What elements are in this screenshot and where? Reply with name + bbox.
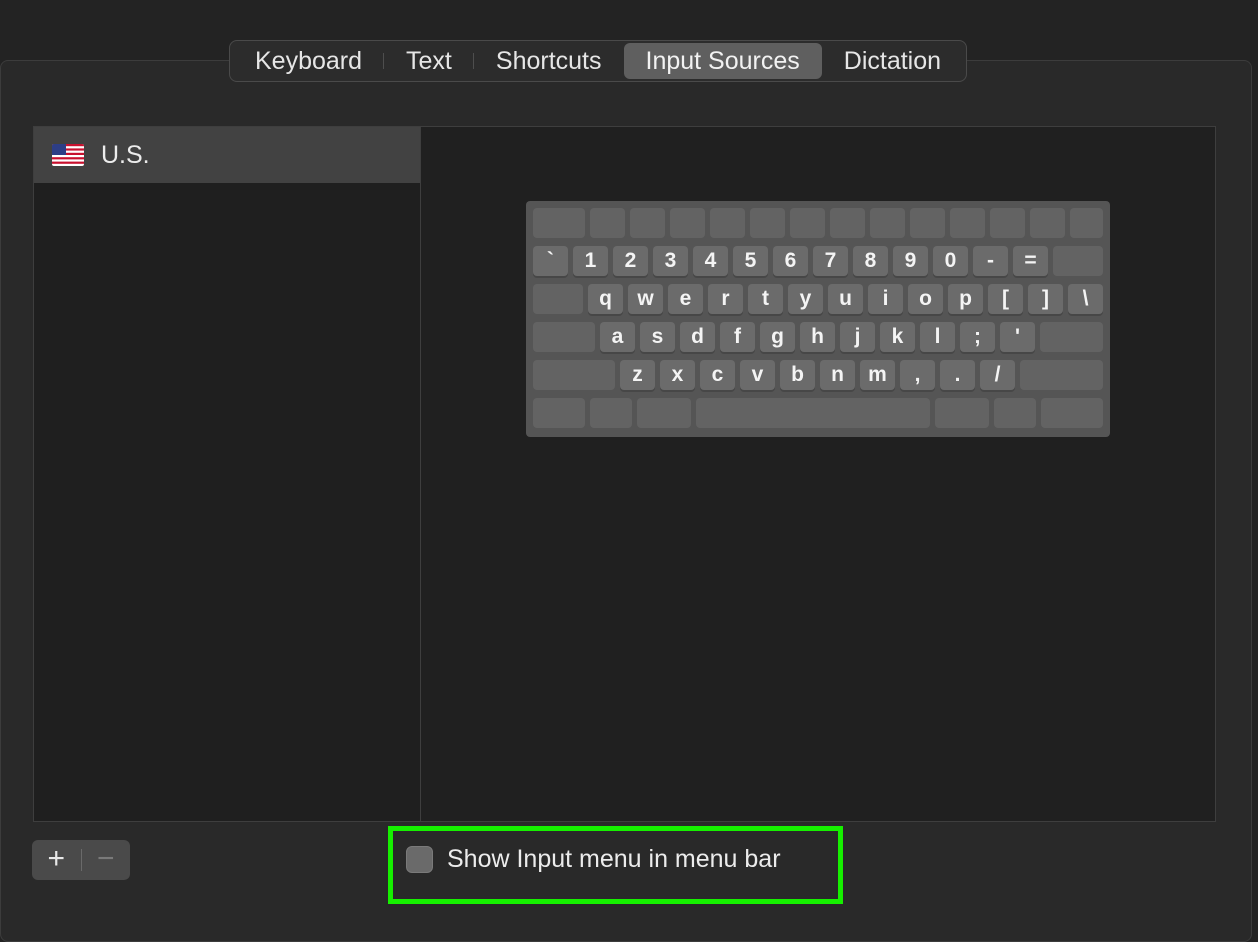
keyboard-key — [533, 284, 583, 314]
keyboard-key — [830, 208, 865, 238]
keyboard-key — [533, 360, 615, 390]
list-item-us[interactable]: U.S. — [34, 127, 420, 183]
keyboard-key: y — [788, 284, 823, 314]
keyboard-key: l — [920, 322, 955, 352]
show-input-menu-checkbox[interactable] — [406, 846, 433, 873]
keyboard-key — [637, 398, 691, 428]
keyboard-key — [630, 208, 665, 238]
keyboard-key — [750, 208, 785, 238]
keyboard-key: w — [628, 284, 663, 314]
keyboard-key: \ — [1068, 284, 1103, 314]
keyboard-key: d — [680, 322, 715, 352]
keyboard-key: r — [708, 284, 743, 314]
keyboard-key: o — [908, 284, 943, 314]
keyboard-key: 4 — [693, 246, 728, 276]
keyboard-key: / — [980, 360, 1015, 390]
tab-keyboard[interactable]: Keyboard — [233, 43, 385, 79]
keyboard-key: j — [840, 322, 875, 352]
keyboard-key: x — [660, 360, 695, 390]
keyboard-key: , — [900, 360, 935, 390]
keyboard-key: g — [760, 322, 795, 352]
add-remove-control: + − — [32, 840, 130, 880]
keyboard-key: z — [620, 360, 655, 390]
keyboard-key — [790, 208, 825, 238]
keyboard-key: ] — [1028, 284, 1063, 314]
keyboard-key: 7 — [813, 246, 848, 276]
keyboard-key: q — [588, 284, 623, 314]
keyboard-key: 3 — [653, 246, 688, 276]
keyboard-key — [590, 208, 625, 238]
keyboard-key — [710, 208, 745, 238]
keyboard-key: ; — [960, 322, 995, 352]
keyboard-key: . — [940, 360, 975, 390]
remove-input-source-button[interactable]: − — [82, 840, 131, 880]
show-input-menu-label[interactable]: Show Input menu in menu bar — [447, 845, 781, 874]
input-sources-list[interactable]: U.S. — [33, 126, 421, 822]
keyboard-key: n — [820, 360, 855, 390]
keyboard-key — [935, 398, 989, 428]
keyboard-key: ' — [1000, 322, 1035, 352]
keyboard-key — [533, 398, 585, 428]
keyboard-key — [590, 398, 632, 428]
keyboard-key — [533, 322, 595, 352]
keyboard-key: s — [640, 322, 675, 352]
keyboard-key: - — [973, 246, 1008, 276]
keyboard-key: 0 — [933, 246, 968, 276]
keyboard-key: 5 — [733, 246, 768, 276]
keyboard-key: b — [780, 360, 815, 390]
keyboard-key — [1040, 322, 1103, 352]
keyboard-key: a — [600, 322, 635, 352]
keyboard-key — [1070, 208, 1103, 238]
keyboard-key: ` — [533, 246, 568, 276]
keyboard-key: m — [860, 360, 895, 390]
tab-text[interactable]: Text — [384, 43, 474, 79]
keyboard-key — [696, 398, 930, 428]
keyboard-key: h — [800, 322, 835, 352]
keyboard-key: i — [868, 284, 903, 314]
keyboard-key: v — [740, 360, 775, 390]
add-input-source-button[interactable]: + — [32, 840, 81, 880]
keyboard-key: = — [1013, 246, 1048, 276]
keyboard-key: c — [700, 360, 735, 390]
keyboard-key — [670, 208, 705, 238]
keyboard-key: p — [948, 284, 983, 314]
keyboard-key — [1041, 398, 1103, 428]
us-flag-icon — [52, 144, 84, 166]
tab-dictation[interactable]: Dictation — [822, 43, 963, 79]
keyboard-layout-preview: ` 1 2 3 4 5 6 7 8 9 0- = q w e r t y u i o p[] \ a s d f g h j k l; ' z x c… — [526, 201, 1110, 437]
tab-input-sources[interactable]: Input Sources — [623, 43, 822, 79]
keyboard-key: 9 — [893, 246, 928, 276]
keyboard-key: 1 — [573, 246, 608, 276]
keyboard-key — [994, 398, 1036, 428]
keyboard-key — [1053, 246, 1103, 276]
keyboard-key — [1020, 360, 1103, 390]
keyboard-key: 6 — [773, 246, 808, 276]
keyboard-key: [ — [988, 284, 1023, 314]
keyboard-key — [990, 208, 1025, 238]
show-input-menu-row[interactable]: Show Input menu in menu bar — [406, 845, 781, 874]
tab-shortcuts[interactable]: Shortcuts — [474, 43, 624, 79]
keyboard-key — [533, 208, 585, 238]
keyboard-key — [1030, 208, 1065, 238]
keyboard-key: k — [880, 322, 915, 352]
keyboard-key: e — [668, 284, 703, 314]
keyboard-key — [870, 208, 905, 238]
keyboard-key — [950, 208, 985, 238]
keyboard-key — [910, 208, 945, 238]
keyboard-key: t — [748, 284, 783, 314]
list-item-label: U.S. — [101, 140, 150, 169]
tab-bar: Keyboard Text Shortcuts Input Sources Di… — [229, 40, 968, 82]
keyboard-key: u — [828, 284, 863, 314]
keyboard-key: 2 — [613, 246, 648, 276]
keyboard-key: f — [720, 322, 755, 352]
keyboard-key: 8 — [853, 246, 888, 276]
